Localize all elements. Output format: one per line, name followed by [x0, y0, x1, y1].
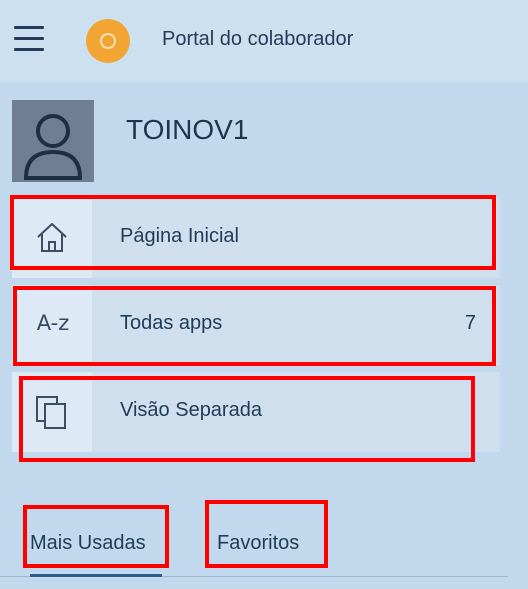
app-title: Portal do colaborador: [162, 28, 354, 50]
circle-logo-icon: [86, 19, 130, 63]
launchpad-panel: Portal do colaborador TOINOV1 Página Ini…: [0, 0, 528, 589]
header-bar: Portal do colaborador: [0, 0, 528, 82]
nav-icon-cell: A-z: [12, 285, 92, 365]
nav-label-all-apps: Todas apps: [120, 312, 223, 334]
nav-icon-cell: [12, 372, 92, 452]
nav-item-home[interactable]: Página Inicial: [12, 198, 500, 278]
copy-windows-icon: [36, 396, 66, 429]
hamburger-menu-icon[interactable]: [14, 26, 44, 52]
tab-favorites[interactable]: Favoritos: [217, 532, 299, 555]
tab-most-used[interactable]: Mais Usadas: [30, 532, 146, 555]
user-profile: TOINOV1: [0, 82, 528, 182]
home-icon: [37, 223, 67, 252]
nav-icon-cell: [12, 198, 92, 278]
a-z-icon: A-z: [36, 311, 70, 335]
nav-label-separate-view: Visão Separada: [120, 399, 262, 421]
user-avatar-icon[interactable]: [12, 100, 94, 182]
app-count-badge: 7: [464, 312, 476, 334]
nav-item-separate-view[interactable]: Visão Separada: [12, 372, 500, 452]
tab-selected-indicator: [30, 574, 162, 577]
nav-label-home: Página Inicial: [120, 225, 239, 247]
nav-item-all-apps[interactable]: A-z Todas apps 7: [12, 285, 500, 365]
user-name: TOINOV1: [126, 114, 249, 145]
